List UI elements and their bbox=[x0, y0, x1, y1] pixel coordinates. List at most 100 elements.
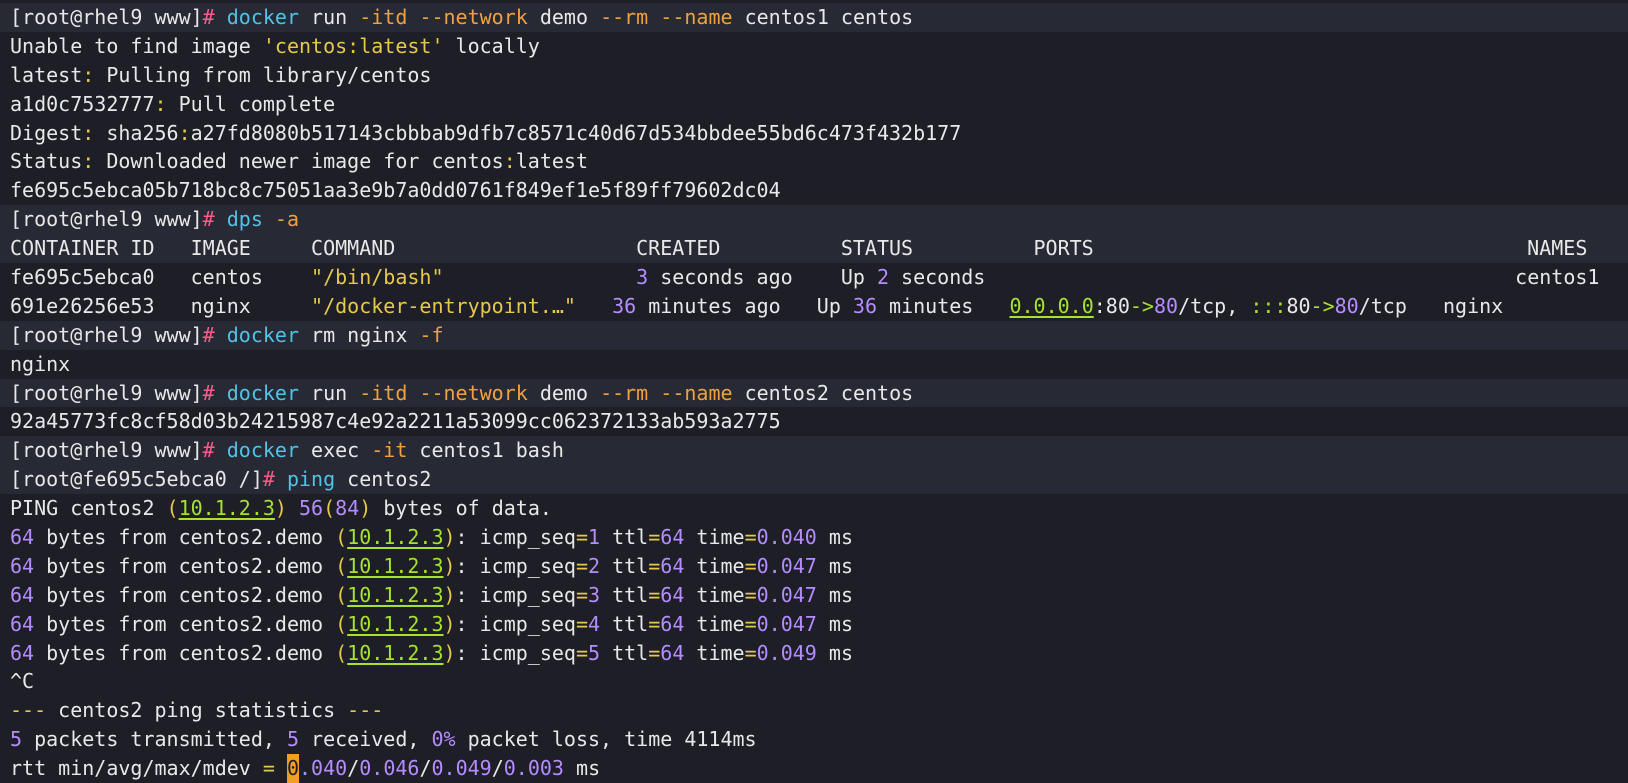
text-segment: Downloaded newer image for centos bbox=[94, 149, 504, 174]
terminal-window[interactable]: [root@rhel9 www]# docker run -itd --netw… bbox=[0, 0, 1628, 783]
text-segment: 36 bbox=[612, 293, 637, 318]
output-line: 64 bytes from centos2.demo (10.1.2.3): i… bbox=[0, 610, 1628, 639]
text-segment: -a bbox=[274, 207, 300, 232]
text-segment: 56 bbox=[299, 496, 324, 521]
text-segment bbox=[648, 381, 660, 405]
text-segment: 80 bbox=[1286, 293, 1311, 318]
text-segment: ms bbox=[563, 756, 601, 781]
text-segment: [root@rhel9 www] bbox=[10, 438, 203, 463]
output-line: 64 bytes from centos2.demo (10.1.2.3): i… bbox=[0, 581, 1628, 610]
text-segment: ( bbox=[323, 496, 336, 521]
text-segment: ) bbox=[443, 525, 456, 550]
text-segment: = bbox=[648, 640, 661, 665]
output-line: 64 bytes from centos2.demo (10.1.2.3): i… bbox=[0, 552, 1628, 581]
text-segment: : bbox=[178, 120, 191, 145]
text-segment: # bbox=[202, 380, 227, 405]
text-segment bbox=[407, 381, 419, 405]
text-segment: dps bbox=[226, 207, 263, 232]
text-segment: time bbox=[684, 553, 745, 578]
text-segment: = bbox=[575, 640, 589, 665]
text-segment: 4 bbox=[588, 611, 601, 636]
text-segment: : icmp_seq bbox=[455, 553, 576, 578]
text-segment: = bbox=[575, 525, 589, 550]
text-segment: /tcp nginx bbox=[1358, 293, 1504, 318]
text-segment: = bbox=[575, 553, 589, 578]
text-segment: ttl bbox=[600, 640, 649, 665]
text-segment: --name bbox=[660, 380, 733, 405]
text-segment: ) bbox=[443, 611, 456, 636]
text-segment: rtt min/avg/max/mdev bbox=[10, 756, 263, 781]
text-segment: : bbox=[82, 149, 95, 174]
text-segment: : bbox=[154, 91, 167, 116]
text-segment: 84 bbox=[335, 496, 360, 521]
text-segment: 1 bbox=[588, 525, 601, 550]
text-segment: # bbox=[202, 207, 227, 232]
text-segment: / bbox=[491, 756, 504, 781]
text-segment: ttl bbox=[600, 553, 649, 578]
text-segment: seconds ago Up bbox=[648, 265, 877, 290]
text-segment: -> bbox=[1129, 293, 1154, 318]
text-segment: 2 bbox=[876, 265, 890, 290]
text-segment: 92a45773fc8cf58d03b24215987c4e92a2211a53… bbox=[10, 409, 781, 434]
text-segment: # bbox=[202, 438, 227, 463]
text-segment: nginx bbox=[10, 351, 71, 376]
output-line: Status: Downloaded newer image for cento… bbox=[0, 147, 1628, 176]
text-segment: : bbox=[82, 62, 95, 87]
text-segment: fe695c5ebca0 centos bbox=[10, 265, 312, 290]
text-segment: locally bbox=[443, 33, 540, 58]
text-segment: 36 bbox=[852, 293, 877, 318]
text-segment: -> bbox=[1310, 293, 1335, 318]
text-segment: -f bbox=[419, 322, 444, 347]
text-segment: 64 bbox=[10, 582, 35, 607]
output-line: 5 packets transmitted, 5 received, 0% pa… bbox=[0, 725, 1628, 754]
text-segment: ttl bbox=[600, 525, 649, 550]
text-segment: Pull complete bbox=[166, 91, 336, 116]
text-segment bbox=[407, 5, 419, 29]
text-segment: = bbox=[262, 756, 275, 781]
text-segment: ) bbox=[443, 582, 456, 607]
text-segment: = bbox=[744, 553, 757, 578]
text-segment: minutes ago Up bbox=[636, 293, 853, 318]
text-segment: 2 bbox=[588, 553, 601, 578]
text-segment: 80 bbox=[1153, 293, 1179, 318]
text-segment: ) bbox=[274, 496, 287, 521]
text-segment: ( bbox=[166, 496, 179, 521]
text-segment: 64 bbox=[660, 611, 685, 636]
text-segment: 64 bbox=[10, 553, 35, 578]
text-segment: docker bbox=[226, 322, 299, 347]
text-segment: = bbox=[744, 640, 757, 665]
text-segment: rm nginx bbox=[299, 322, 420, 347]
text-segment: ttl bbox=[600, 611, 649, 636]
text-segment: centos2 ping statistics bbox=[46, 698, 348, 723]
text-segment: ( bbox=[335, 525, 348, 550]
text-segment: = bbox=[648, 611, 661, 636]
text-segment: run bbox=[299, 5, 360, 29]
text-segment: : icmp_seq bbox=[455, 582, 576, 607]
text-segment: [root@rhel9 www] bbox=[10, 380, 203, 405]
output-line: 64 bytes from centos2.demo (10.1.2.3): i… bbox=[0, 639, 1628, 668]
text-segment: bytes from centos2.demo bbox=[34, 640, 336, 665]
text-segment bbox=[648, 5, 660, 29]
text-segment: received, bbox=[299, 727, 432, 752]
output-line: a1d0c7532777: Pull complete bbox=[0, 90, 1628, 119]
text-segment: ping bbox=[286, 467, 336, 492]
text-segment: : icmp_seq bbox=[455, 611, 576, 636]
text-segment: bytes of data. bbox=[371, 496, 552, 521]
text-segment: --- bbox=[347, 698, 384, 723]
text-segment: time bbox=[684, 525, 745, 550]
text-segment: = bbox=[744, 611, 757, 636]
text-segment: # bbox=[262, 467, 287, 492]
text-segment: 0.040 bbox=[756, 525, 817, 550]
text-segment: 64 bbox=[660, 525, 685, 550]
text-segment: 5 bbox=[10, 727, 23, 752]
text-segment: demo bbox=[527, 5, 601, 29]
command-line: [root@fe695c5ebca0 /]# ping centos2 bbox=[0, 465, 1628, 495]
text-segment: # bbox=[202, 322, 227, 347]
text-segment bbox=[275, 756, 287, 780]
text-segment: = bbox=[744, 525, 757, 550]
text-segment: bytes from centos2.demo bbox=[34, 611, 336, 636]
text-segment: docker bbox=[226, 438, 299, 463]
text-segment: Pulling from library/centos bbox=[94, 62, 432, 87]
text-segment: = bbox=[744, 582, 757, 607]
text-segment: 0.049 bbox=[756, 640, 817, 665]
